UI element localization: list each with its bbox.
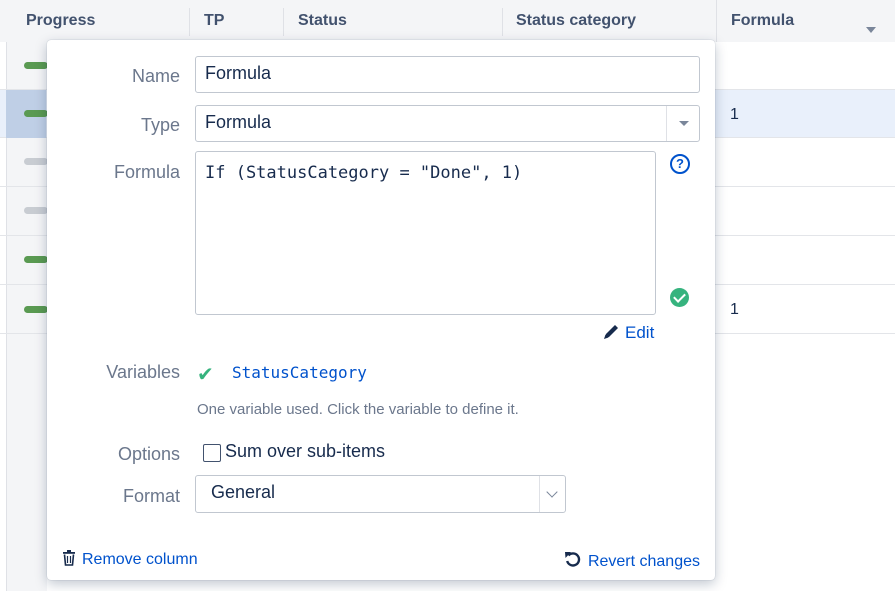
sort-desc-icon[interactable] — [866, 27, 876, 33]
column-header-progress[interactable]: Progress — [26, 0, 95, 34]
progress-bar — [24, 62, 48, 69]
column-editor-dialog: Name Formula Type Formula Formula If (St… — [47, 40, 715, 580]
revert-changes-label: Revert changes — [587, 553, 700, 570]
checkmark-icon: ✔ — [197, 364, 214, 386]
column-header-status[interactable]: Status — [298, 0, 347, 34]
type-select-value: Formula — [205, 112, 272, 132]
name-input-value: Formula — [205, 63, 272, 83]
variable-link-statuscategory[interactable]: StatusCategory — [232, 363, 367, 382]
variables-label: Variables — [106, 362, 180, 382]
type-label: Type — [140, 115, 180, 135]
remove-column-label: Remove column — [82, 551, 198, 568]
format-select-value: General — [211, 482, 276, 502]
sum-over-checkbox[interactable] — [203, 444, 221, 462]
trash-icon — [63, 550, 75, 566]
help-icon[interactable]: ? — [670, 154, 690, 174]
format-select[interactable]: General — [195, 475, 566, 513]
formula-label: Formula — [113, 162, 180, 182]
format-label: Format — [122, 486, 180, 506]
progress-bar — [24, 110, 48, 117]
formula-cell[interactable]: 1 — [730, 106, 739, 124]
remove-column-button[interactable]: Remove column — [62, 550, 198, 569]
progress-bar — [24, 306, 48, 313]
column-header-tp[interactable]: TP — [204, 0, 224, 34]
formula-editor-text: If (StatusCategory = "Done", 1) — [205, 163, 523, 183]
revert-changes-button[interactable]: Revert changes — [564, 550, 700, 571]
dropdown-chevron-icon — [546, 486, 558, 498]
progress-bar — [24, 207, 48, 214]
name-label: Name — [131, 66, 180, 86]
options-label: Options — [117, 444, 180, 464]
revert-icon — [564, 552, 581, 567]
type-dropdown-button[interactable] — [666, 106, 699, 141]
edit-formula-link[interactable]: Edit — [603, 323, 654, 343]
sum-over-label[interactable]: Sum over sub-items — [225, 441, 385, 462]
column-header-formula[interactable]: Formula — [731, 0, 794, 34]
dropdown-caret-icon — [679, 121, 689, 126]
pencil-icon — [604, 325, 618, 339]
variables-hint: One variable used. Click the variable to… — [197, 401, 519, 418]
formula-cell[interactable]: 1 — [730, 301, 739, 319]
check-circle-icon — [670, 288, 689, 307]
progress-bar — [24, 256, 48, 263]
progress-bar — [24, 158, 48, 165]
name-input[interactable]: Formula — [195, 56, 700, 93]
type-select[interactable]: Formula — [195, 105, 700, 142]
column-header-status-category[interactable]: Status category — [516, 0, 636, 34]
edit-label: Edit — [625, 323, 655, 342]
structure-grid-view: Progress TP Status Status category Formu… — [0, 0, 895, 591]
formula-editor[interactable]: If (StatusCategory = "Done", 1) — [195, 151, 656, 315]
format-dropdown-button[interactable] — [539, 476, 565, 512]
